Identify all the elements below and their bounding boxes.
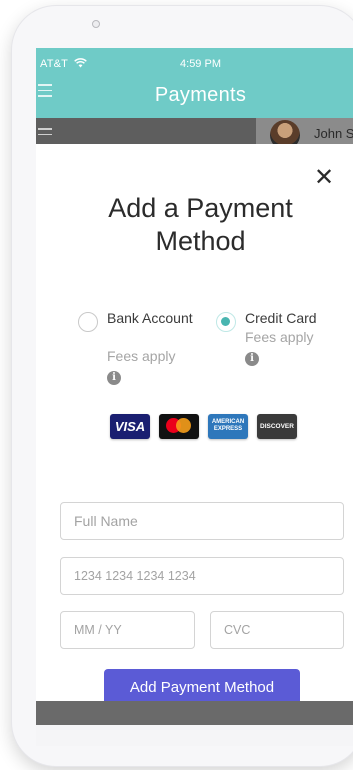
- radio-button-unselected[interactable]: [78, 312, 98, 332]
- close-button[interactable]: ✕: [312, 166, 336, 190]
- cvc-input[interactable]: CVC: [210, 611, 344, 649]
- user-chip[interactable]: John S.: [256, 118, 353, 150]
- sub-header: John S.: [36, 118, 353, 150]
- mastercard-logo: [159, 414, 199, 439]
- payment-type-radio-group: Bank Account Fees apply i Credit Card Fe…: [36, 309, 353, 389]
- footer-bar: [36, 701, 353, 725]
- app-header: AT&T 4:59 PM Payments: [36, 48, 353, 118]
- visa-logo: VISA: [110, 414, 150, 439]
- secondary-menu-icon[interactable]: [38, 128, 52, 139]
- full-name-input[interactable]: Full Name: [60, 502, 344, 540]
- bottom-strip: [36, 725, 353, 746]
- add-payment-modal: ✕ Add a Payment Method Bank Account Fees…: [36, 144, 353, 707]
- card-number-input[interactable]: 1234 1234 1234 1234: [60, 557, 344, 595]
- status-bar: AT&T 4:59 PM: [36, 58, 353, 74]
- close-icon: ✕: [313, 164, 335, 191]
- bank-fees-note: Fees apply: [107, 348, 176, 364]
- modal-title: Add a Payment Method: [108, 193, 293, 256]
- radio-label-credit-card: Credit Card: [245, 310, 317, 326]
- card-fees-note: Fees apply: [245, 329, 314, 345]
- front-camera: [92, 20, 100, 28]
- phone-frame: AT&T 4:59 PM Payments John S. ✕ Add a Pa…: [12, 6, 353, 766]
- status-time: 4:59 PM: [180, 58, 221, 70]
- expiry-input[interactable]: MM / YY: [60, 611, 195, 649]
- phone-screen: AT&T 4:59 PM Payments John S. ✕ Add a Pa…: [36, 48, 353, 746]
- radio-button-selected[interactable]: [216, 312, 236, 332]
- discover-logo: DISCOVER: [257, 414, 297, 439]
- radio-label-bank-account: Bank Account: [107, 310, 193, 326]
- info-icon[interactable]: i: [245, 352, 259, 366]
- amex-logo: AMERICAN EXPRESS: [208, 414, 248, 439]
- user-name: John S.: [314, 126, 353, 141]
- accepted-cards: VISA AMERICAN EXPRESS DISCOVER: [110, 414, 300, 440]
- page-title: Payments: [154, 84, 247, 106]
- info-icon[interactable]: i: [107, 371, 121, 385]
